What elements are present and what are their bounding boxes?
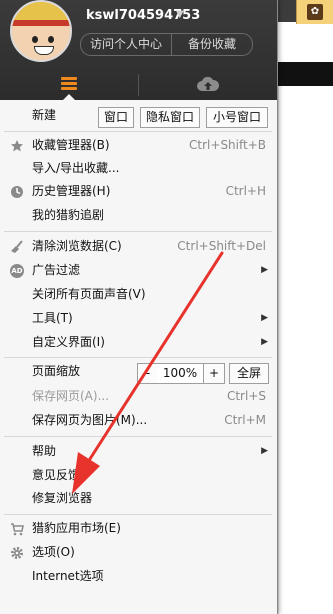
menu-row-zoom: 页面缩放 - 100% + 全屏	[0, 360, 277, 384]
save-image-shortcut: Ctrl+M	[224, 413, 266, 427]
menu-item-save-page[interactable]: 保存网页(A)... Ctrl+S	[0, 385, 277, 408]
menu-item-feedback[interactable]: 意见反馈	[0, 464, 277, 487]
zoom-out-button[interactable]: -	[137, 363, 159, 384]
menu-item-help[interactable]: 帮助 ▶	[0, 440, 277, 463]
tab-menu[interactable]	[0, 70, 138, 101]
adblock-label: 广告过滤	[32, 263, 81, 277]
browser-tab[interactable]: ✿	[296, 0, 333, 24]
history-shortcut: Ctrl+H	[225, 184, 266, 198]
menu-item-options[interactable]: 选项(O)	[0, 541, 277, 564]
paw-icon: ✿	[307, 4, 323, 20]
zoom-level: 100%	[157, 363, 203, 384]
backup-favorites-button[interactable]: 备份收藏	[171, 33, 253, 56]
fullscreen-button[interactable]: 全屏	[229, 363, 269, 384]
menu-item-repair[interactable]: 修复浏览器	[0, 487, 277, 510]
options-label: 选项(O)	[32, 545, 75, 559]
help-label: 帮助	[32, 444, 57, 458]
favorites-label: 收藏管理器(B)	[32, 138, 110, 152]
main-menu: kswl704594753 ▼ 访问个人中心 备份收藏 新建 窗口 隐私窗口 小…	[0, 0, 278, 614]
cart-icon	[11, 523, 24, 536]
menu-item-favorites[interactable]: 收藏管理器(B) Ctrl+Shift+B	[0, 134, 277, 157]
menu-item-tools[interactable]: 工具(T) ▶	[0, 307, 277, 330]
new-private-window-button[interactable]: 隐私窗口	[140, 107, 200, 128]
feedback-label: 意见反馈	[32, 468, 81, 482]
mute-all-label: 关闭所有页面声音(V)	[32, 287, 146, 301]
gear-icon	[11, 547, 23, 559]
cloud-upload-icon	[197, 76, 219, 91]
favorites-shortcut: Ctrl+Shift+B	[189, 138, 266, 152]
menu-item-history[interactable]: 历史管理器(H) Ctrl+H	[0, 180, 277, 203]
menu-item-mute-all[interactable]: 关闭所有页面声音(V)	[0, 283, 277, 306]
save-image-label: 保存网页为图片(M)...	[32, 413, 148, 427]
submenu-arrow-icon: ▶	[261, 337, 268, 347]
clock-icon	[11, 186, 23, 198]
save-page-shortcut: Ctrl+S	[226, 389, 266, 403]
menu-header: kswl704594753 ▼ 访问个人中心 备份收藏	[0, 0, 277, 101]
customize-label: 自定义界面(I)	[32, 335, 105, 349]
clear-data-shortcut: Ctrl+Shift+Del	[177, 239, 266, 253]
avatar[interactable]	[10, 0, 72, 62]
browser-page-content	[278, 86, 333, 614]
tab-cloud[interactable]	[139, 70, 277, 100]
star-icon	[11, 140, 23, 152]
history-label: 历史管理器(H)	[32, 184, 111, 198]
submenu-arrow-icon: ▶	[261, 265, 268, 275]
submenu-arrow-icon: ▶	[261, 313, 268, 323]
import-export-label: 导入/导出收藏...	[32, 161, 120, 175]
menu-item-adblock[interactable]: AD 广告过滤 ▶	[0, 259, 277, 282]
new-label: 新建	[32, 108, 57, 122]
internet-options-label: Internet选项	[32, 569, 104, 583]
menu-item-follow-shows[interactable]: 我的猎豹追剧	[0, 204, 277, 227]
app-market-label: 猎豹应用市场(E)	[32, 521, 121, 535]
visit-profile-button[interactable]: 访问个人中心	[80, 33, 171, 56]
zoom-label: 页面缩放	[32, 364, 81, 378]
menu-item-save-image[interactable]: 保存网页为图片(M)... Ctrl+M	[0, 409, 277, 432]
adblock-icon: AD	[10, 264, 24, 278]
menu-item-internet-options[interactable]: Internet选项	[0, 565, 277, 588]
clear-data-label: 清除浏览数据(C)	[32, 239, 122, 253]
new-window-button[interactable]: 窗口	[98, 107, 134, 128]
zoom-in-button[interactable]: +	[203, 363, 225, 384]
repair-label: 修复浏览器	[32, 491, 93, 505]
submenu-arrow-icon: ▶	[261, 446, 268, 456]
menu-item-app-market[interactable]: 猎豹应用市场(E)	[0, 517, 277, 540]
broom-icon	[11, 240, 23, 253]
save-page-label: 保存网页(A)...	[32, 389, 110, 403]
menu-row-new: 新建 窗口 隐私窗口 小号窗口	[0, 104, 277, 128]
menu-item-import-export[interactable]: 导入/导出收藏...	[0, 157, 277, 180]
menu-icon	[61, 77, 77, 91]
tools-label: 工具(T)	[32, 311, 73, 325]
menu-item-clear-data[interactable]: 清除浏览数据(C) Ctrl+Shift+Del	[0, 235, 277, 258]
follow-shows-label: 我的猎豹追剧	[32, 208, 105, 222]
chevron-down-icon[interactable]: ▼	[176, 9, 184, 20]
menu-item-customize[interactable]: 自定义界面(I) ▶	[0, 331, 277, 354]
new-small-window-button[interactable]: 小号窗口	[206, 107, 268, 128]
